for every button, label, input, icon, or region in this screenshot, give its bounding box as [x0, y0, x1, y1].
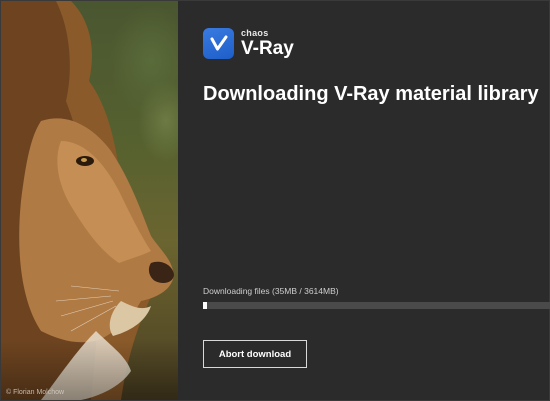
chaos-vray-logo: chaos V-Ray [203, 28, 294, 59]
download-status: Downloading files (35MB / 3614MB) [203, 286, 339, 296]
installer-window: © Florian Molchow chaos V-Ray Downloadin… [0, 0, 550, 401]
photo-credit: © Florian Molchow [6, 389, 65, 396]
content-panel: chaos V-Ray Downloading V-Ray material l… [178, 1, 550, 400]
lion-illustration [1, 1, 178, 400]
logo-brand: chaos [241, 28, 269, 38]
logo-product: V-Ray [241, 38, 294, 59]
vray-check-icon [203, 28, 234, 59]
page-title: Downloading V-Ray material library [203, 83, 539, 105]
download-progress-bar [203, 302, 550, 309]
download-progress-fill [203, 302, 208, 309]
lion-photo: © Florian Molchow [1, 1, 178, 400]
abort-download-button[interactable]: Abort download [203, 340, 307, 368]
